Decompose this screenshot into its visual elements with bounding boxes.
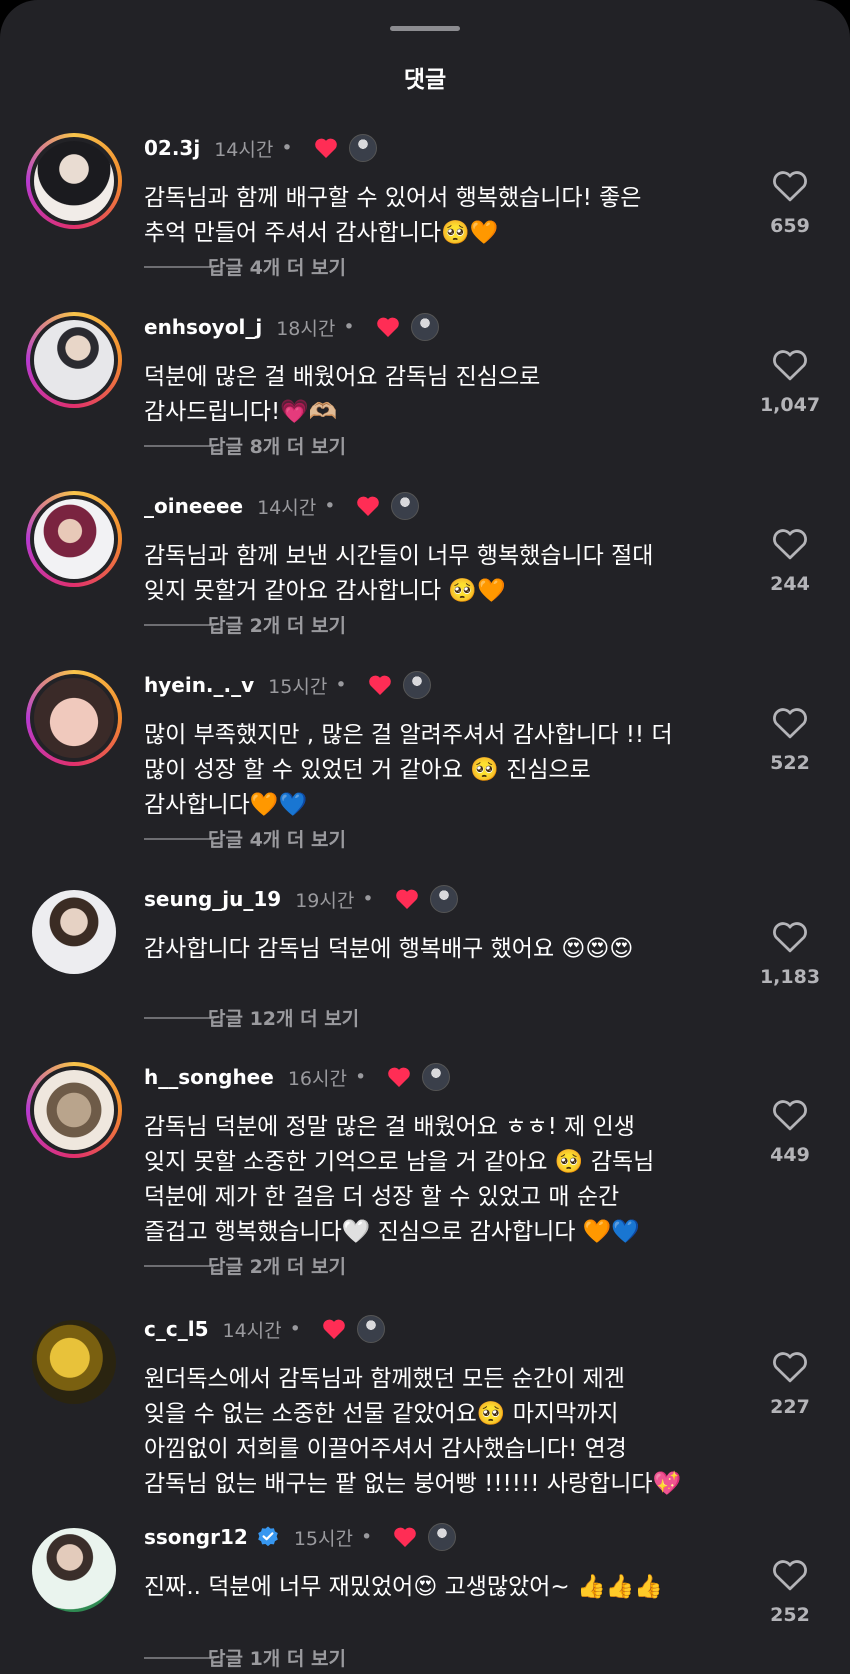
comment-text: 많이 부족했지만 , 많은 걸 알려주셔서 감사합니다 !! 더 많이 성장 할… — [144, 722, 673, 818]
comment-text: 감독님과 함께 배구할 수 있어서 행복했습니다! 좋은 추억 만들어 주셔서 … — [144, 185, 642, 246]
like-button[interactable]: 659 — [750, 169, 830, 237]
comment-text: 감독님 덕분에 정말 많은 걸 배웠어요 ㅎㅎ! 제 인생 잊지 못할 소중한 … — [144, 1114, 655, 1245]
comment-time: 15시간 — [268, 675, 328, 698]
comments-sheet: 댓글 02.3j 14시간 • 감독님과 함께 배구할 수 있어서 행복했습니다… — [0, 0, 850, 1674]
comment-username[interactable]: ssongr12 — [144, 1525, 248, 1549]
separator-dot: • — [354, 1066, 367, 1088]
avatar[interactable] — [26, 1522, 122, 1618]
comment-text: 감사합니다 감독님 덕분에 행복배구 했어요 😍😍😍 — [144, 936, 634, 962]
comment-username[interactable]: c_c_l5 — [144, 1317, 208, 1341]
avatar[interactable] — [26, 670, 122, 766]
comment-username[interactable]: h__songhee — [144, 1065, 274, 1089]
comment-time: 14시간 — [222, 1319, 282, 1342]
avatar[interactable] — [26, 312, 122, 408]
separator-dot: • — [335, 674, 347, 696]
replies-divider — [144, 1656, 214, 1659]
like-count: 244 — [770, 573, 810, 595]
creator-avatar-icon — [428, 1523, 457, 1551]
heart-outline-icon — [773, 1352, 807, 1383]
like-count: 659 — [770, 215, 810, 237]
heart-outline-icon — [773, 708, 807, 739]
comment-username[interactable]: hyein._._v — [144, 673, 254, 697]
like-count: 522 — [770, 752, 810, 774]
like-count: 1,183 — [759, 966, 821, 988]
comment-time: 19시간 — [295, 889, 355, 912]
drag-handle[interactable] — [390, 26, 460, 31]
like-count: 1,047 — [759, 394, 821, 416]
replies-divider — [144, 623, 214, 626]
separator-dot: • — [324, 495, 336, 517]
avatar[interactable] — [26, 1314, 122, 1410]
comment-username[interactable]: seung_ju_19 — [144, 887, 281, 911]
comment-time: 16시간 — [287, 1067, 347, 1090]
heart-outline-icon — [773, 922, 807, 953]
creator-liked-heart-icon — [394, 1527, 416, 1547]
comment-username[interactable]: enhsoyol_j — [144, 315, 262, 339]
like-button[interactable]: 252 — [750, 1558, 830, 1626]
comment-username[interactable]: _oineeee — [144, 494, 243, 518]
creator-avatar-icon — [429, 885, 458, 913]
creator-avatar-icon — [422, 1063, 451, 1091]
view-replies-button[interactable]: 답글 8개 더 보기 — [144, 432, 352, 459]
view-replies-button[interactable]: 답글 2개 더 보기 — [144, 611, 352, 638]
view-replies-button[interactable]: 답글 12개 더 보기 — [144, 1004, 365, 1031]
heart-outline-icon — [773, 529, 807, 560]
separator-dot: • — [281, 137, 293, 159]
avatar[interactable] — [26, 133, 122, 229]
separator-dot: • — [343, 316, 355, 338]
heart-outline-icon — [773, 1100, 807, 1131]
replies-divider — [144, 1016, 214, 1019]
heart-outline-icon — [773, 350, 807, 381]
creator-liked-heart-icon — [357, 496, 380, 516]
replies-divider — [144, 444, 214, 447]
separator-dot: • — [289, 1318, 301, 1340]
view-replies-button[interactable]: 답글 1개 더 보기 — [144, 1644, 352, 1671]
creator-liked-heart-icon — [323, 1319, 345, 1339]
view-replies-button[interactable]: 답글 4개 더 보기 — [144, 253, 352, 280]
avatar[interactable] — [26, 1062, 122, 1158]
separator-dot: • — [362, 888, 374, 910]
heart-outline-icon — [773, 1560, 807, 1591]
creator-liked-heart-icon — [376, 317, 399, 337]
like-button[interactable]: 522 — [750, 706, 830, 774]
creator-liked-heart-icon — [388, 1067, 410, 1087]
comment-username[interactable]: 02.3j — [144, 136, 200, 160]
avatar[interactable] — [26, 491, 122, 587]
avatar[interactable] — [26, 884, 122, 980]
creator-avatar-icon — [402, 671, 431, 699]
creator-avatar-icon — [391, 492, 420, 520]
creator-liked-heart-icon — [314, 138, 337, 158]
comment-text: 덕분에 많은 걸 배웠어요 감독님 진심으로 감사드립니다!💗🫶🏼 — [144, 364, 541, 425]
replies-divider — [144, 837, 214, 840]
replies-divider — [144, 265, 214, 268]
creator-avatar-icon — [356, 1315, 385, 1343]
like-count: 252 — [770, 1604, 810, 1626]
comment-text: 원더독스에서 감독님과 함께했던 모든 순간이 제겐 잊을 수 없는 소중한 선… — [144, 1366, 682, 1497]
comment-time: 14시간 — [257, 496, 317, 519]
like-count: 449 — [770, 1144, 810, 1166]
comment-text: 감독님과 함께 보낸 시간들이 너무 행복했습니다 절대 잊지 못할거 같아요 … — [144, 543, 654, 604]
verified-badge-icon — [258, 1526, 278, 1547]
comment-text: 진짜.. 덕분에 너무 재밌었어😍 고생많았어~ 👍👍👍 — [144, 1574, 663, 1600]
like-count: 227 — [770, 1396, 810, 1418]
like-button[interactable]: 227 — [750, 1350, 830, 1418]
separator-dot: • — [360, 1526, 373, 1548]
comment-time: 15시간 — [293, 1527, 353, 1550]
creator-liked-heart-icon — [395, 889, 418, 909]
view-replies-button[interactable]: 답글 2개 더 보기 — [144, 1252, 352, 1279]
creator-liked-heart-icon — [368, 675, 391, 695]
like-button[interactable]: 449 — [750, 1098, 830, 1166]
view-replies-button[interactable]: 답글 4개 더 보기 — [144, 825, 352, 852]
creator-avatar-icon — [410, 313, 439, 341]
like-button[interactable]: 1,047 — [750, 348, 830, 416]
sheet-title: 댓글 — [403, 67, 447, 93]
creator-avatar-icon — [348, 134, 377, 162]
heart-outline-icon — [773, 171, 807, 202]
like-button[interactable]: 244 — [750, 527, 830, 595]
comment-time: 18시간 — [276, 317, 336, 340]
like-button[interactable]: 1,183 — [750, 920, 830, 988]
replies-divider — [144, 1264, 214, 1267]
comment-time: 14시간 — [214, 138, 274, 161]
